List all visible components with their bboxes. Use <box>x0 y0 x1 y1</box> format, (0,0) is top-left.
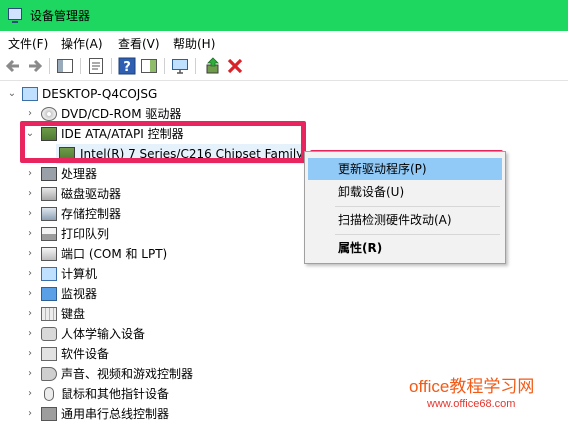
tree-item-hid[interactable]: › 人体学输入设备 <box>0 324 300 344</box>
collapsed-chevron-icon[interactable]: › <box>24 324 36 344</box>
tree-item-storage-controllers[interactable]: › 存储控制器 <box>0 204 300 224</box>
port-icon <box>41 247 57 261</box>
collapsed-chevron-icon[interactable]: › <box>24 164 36 184</box>
hid-icon <box>41 327 57 341</box>
menu-bar: 文件(F) 操作(A) 查看(V) 帮助(H) <box>0 31 568 53</box>
properties-icon[interactable] <box>87 57 105 75</box>
tree-item-label: 监视器 <box>61 287 98 301</box>
tree-item-computer[interactable]: › 计算机 <box>0 264 300 284</box>
menu-separator <box>335 206 500 207</box>
printer-icon <box>41 227 57 241</box>
action-pane-icon[interactable] <box>140 57 158 75</box>
collapsed-chevron-icon[interactable]: › <box>24 244 36 264</box>
toolbar-separator <box>111 58 112 74</box>
collapsed-chevron-icon[interactable]: › <box>24 304 36 324</box>
title-bar: 设备管理器 <box>0 0 568 31</box>
tree-item-label: 通用串行总线控制器 <box>61 407 170 421</box>
software-device-icon <box>41 347 57 361</box>
tree-item-label: 端口 (COM 和 LPT) <box>61 247 168 261</box>
menu-item-scan-hardware[interactable]: 扫描检测硬件改动(A) <box>308 209 502 231</box>
tree-item-usb[interactable]: › 通用串行总线控制器 <box>0 404 300 424</box>
uninstall-icon[interactable] <box>226 57 244 75</box>
processor-icon <box>41 167 57 181</box>
monitor-icon <box>41 287 57 301</box>
tree-root[interactable]: ⌄ DESKTOP-Q4COJSG <box>0 84 300 104</box>
context-menu: 更新驱动程序(P) 卸载设备(U) 扫描检测硬件改动(A) 属性(R) <box>304 151 506 264</box>
menu-file[interactable]: 文件(F) <box>8 35 48 52</box>
collapsed-chevron-icon[interactable]: › <box>24 284 36 304</box>
tree-item-label: 存储控制器 <box>61 207 122 221</box>
tree-item-audio[interactable]: › 声音、视频和游戏控制器 <box>0 364 300 384</box>
menu-help[interactable]: 帮助(H) <box>173 35 215 52</box>
tree-item-print-queues[interactable]: › 打印队列 <box>0 224 300 244</box>
menu-item-properties[interactable]: 属性(R) <box>308 237 502 259</box>
menu-item-update-driver[interactable]: 更新驱动程序(P) <box>308 158 502 180</box>
toolbar-separator <box>195 58 196 74</box>
audio-icon <box>41 367 57 381</box>
usb-icon <box>41 407 57 421</box>
collapsed-chevron-icon[interactable]: › <box>24 264 36 284</box>
tree-item-label: 软件设备 <box>61 347 110 361</box>
collapsed-chevron-icon[interactable]: › <box>24 184 36 204</box>
tree-item-processor[interactable]: › 处理器 <box>0 164 300 184</box>
collapsed-chevron-icon[interactable]: › <box>24 364 36 384</box>
menu-item-uninstall-device[interactable]: 卸载设备(U) <box>308 181 502 203</box>
tree-item-label: 键盘 <box>61 307 86 321</box>
show-hide-console-tree-icon[interactable] <box>56 57 74 75</box>
toolbar-separator <box>80 58 81 74</box>
toolbar-separator <box>49 58 50 74</box>
svg-text:?: ? <box>123 60 131 75</box>
mouse-icon <box>44 387 54 401</box>
tree-root-label: DESKTOP-Q4COJSG <box>42 87 158 101</box>
toolbar: ? <box>0 53 568 80</box>
expand-chevron-icon[interactable]: ⌄ <box>6 84 18 104</box>
tree-item-mice[interactable]: › 鼠标和其他指针设备 <box>0 384 300 404</box>
disk-drive-icon <box>41 187 57 201</box>
tree-item-ports[interactable]: › 端口 (COM 和 LPT) <box>0 244 300 264</box>
tree-item-disk-drives[interactable]: › 磁盘驱动器 <box>0 184 300 204</box>
tree-item-label: 打印队列 <box>61 227 110 241</box>
forward-icon[interactable] <box>26 57 44 75</box>
tree-item-label: 人体学输入设备 <box>61 327 146 341</box>
keyboard-icon <box>41 307 57 321</box>
tree-item-label: 声音、视频和游戏控制器 <box>61 367 194 381</box>
monitor-icon[interactable] <box>171 57 189 75</box>
tree-item-label: 计算机 <box>61 267 98 281</box>
computer-icon <box>22 87 38 101</box>
tree-item-label: 处理器 <box>61 167 98 181</box>
window-title: 设备管理器 <box>30 9 91 23</box>
tree-item-keyboards[interactable]: › 键盘 <box>0 304 300 324</box>
computer-icon <box>41 267 57 281</box>
annotation-highlight-ide <box>20 121 306 163</box>
watermark-url: www.office68.com <box>427 398 516 410</box>
collapsed-chevron-icon[interactable]: › <box>24 384 36 404</box>
watermark-title: office教程学习网 <box>409 377 535 396</box>
storage-controller-icon <box>41 207 57 221</box>
tree-item-label: 鼠标和其他指针设备 <box>61 387 170 401</box>
collapsed-chevron-icon[interactable]: › <box>24 204 36 224</box>
update-driver-icon[interactable] <box>204 57 222 75</box>
menu-action[interactable]: 操作(A) <box>61 35 103 52</box>
toolbar-separator <box>164 58 165 74</box>
tree-item-software-devices[interactable]: › 软件设备 <box>0 344 300 364</box>
menu-view[interactable]: 查看(V) <box>118 35 160 52</box>
collapsed-chevron-icon[interactable]: › <box>24 344 36 364</box>
tree-item-monitors[interactable]: › 监视器 <box>0 284 300 304</box>
menu-separator <box>335 234 500 235</box>
collapsed-chevron-icon[interactable]: › <box>24 404 36 424</box>
collapsed-chevron-icon[interactable]: › <box>24 224 36 244</box>
disc-icon <box>41 107 57 121</box>
device-manager-icon <box>8 8 22 23</box>
back-icon[interactable] <box>4 57 22 75</box>
tree-item-label: 磁盘驱动器 <box>61 187 122 201</box>
help-icon[interactable]: ? <box>118 57 136 75</box>
